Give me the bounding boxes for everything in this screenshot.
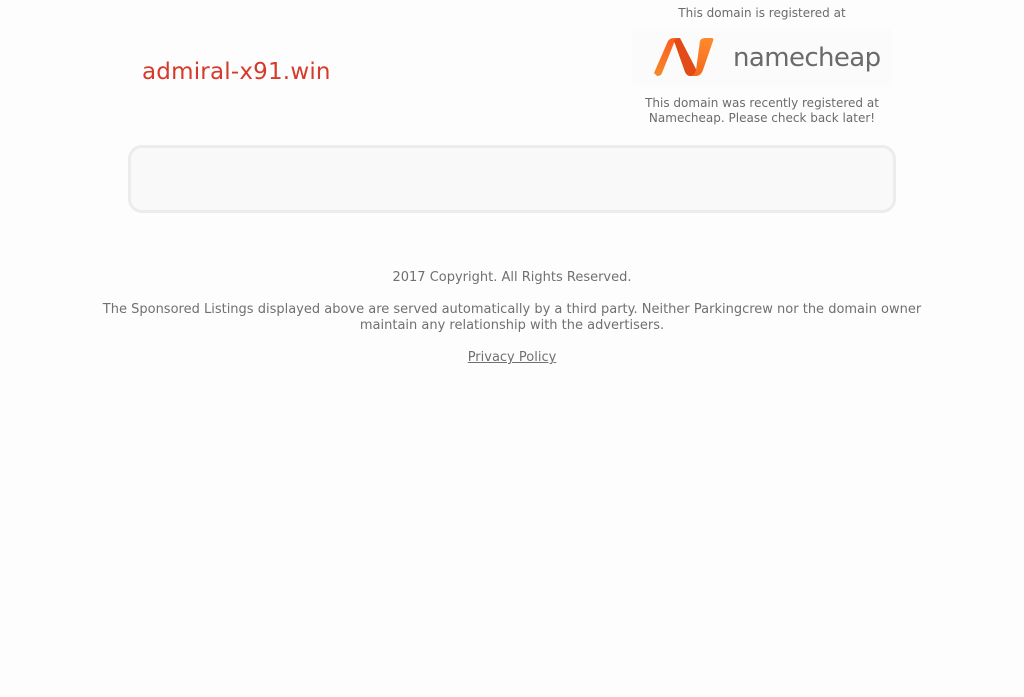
privacy-policy-link[interactable]: Privacy Policy bbox=[468, 350, 557, 365]
registrar-note: This domain was recently registered at N… bbox=[632, 96, 892, 126]
registrar-note-line2: Namecheap. Please check back later! bbox=[648, 111, 876, 125]
registrar-caption: This domain is registered at bbox=[678, 6, 846, 20]
namecheap-n-logo-icon bbox=[654, 38, 714, 76]
registrar-note-line1: This domain was recently registered at bbox=[645, 96, 879, 110]
namecheap-logo[interactable]: namecheap bbox=[632, 29, 892, 87]
namecheap-logo-text: namecheap bbox=[733, 43, 881, 73]
registrar-panel: This domain is registered at namecheap T… bbox=[632, 6, 892, 126]
copyright-text: 2017 Copyright. All Rights Reserved. bbox=[392, 270, 632, 285]
page-header: admiral-x91.win This domain is registere… bbox=[0, 0, 1024, 140]
sponsored-listings-box bbox=[128, 145, 896, 213]
page-footer: 2017 Copyright. All Rights Reserved. The… bbox=[0, 270, 1024, 366]
disclaimer-text: The Sponsored Listings displayed above a… bbox=[102, 302, 922, 333]
domain-name-title: admiral-x91.win bbox=[142, 59, 331, 85]
